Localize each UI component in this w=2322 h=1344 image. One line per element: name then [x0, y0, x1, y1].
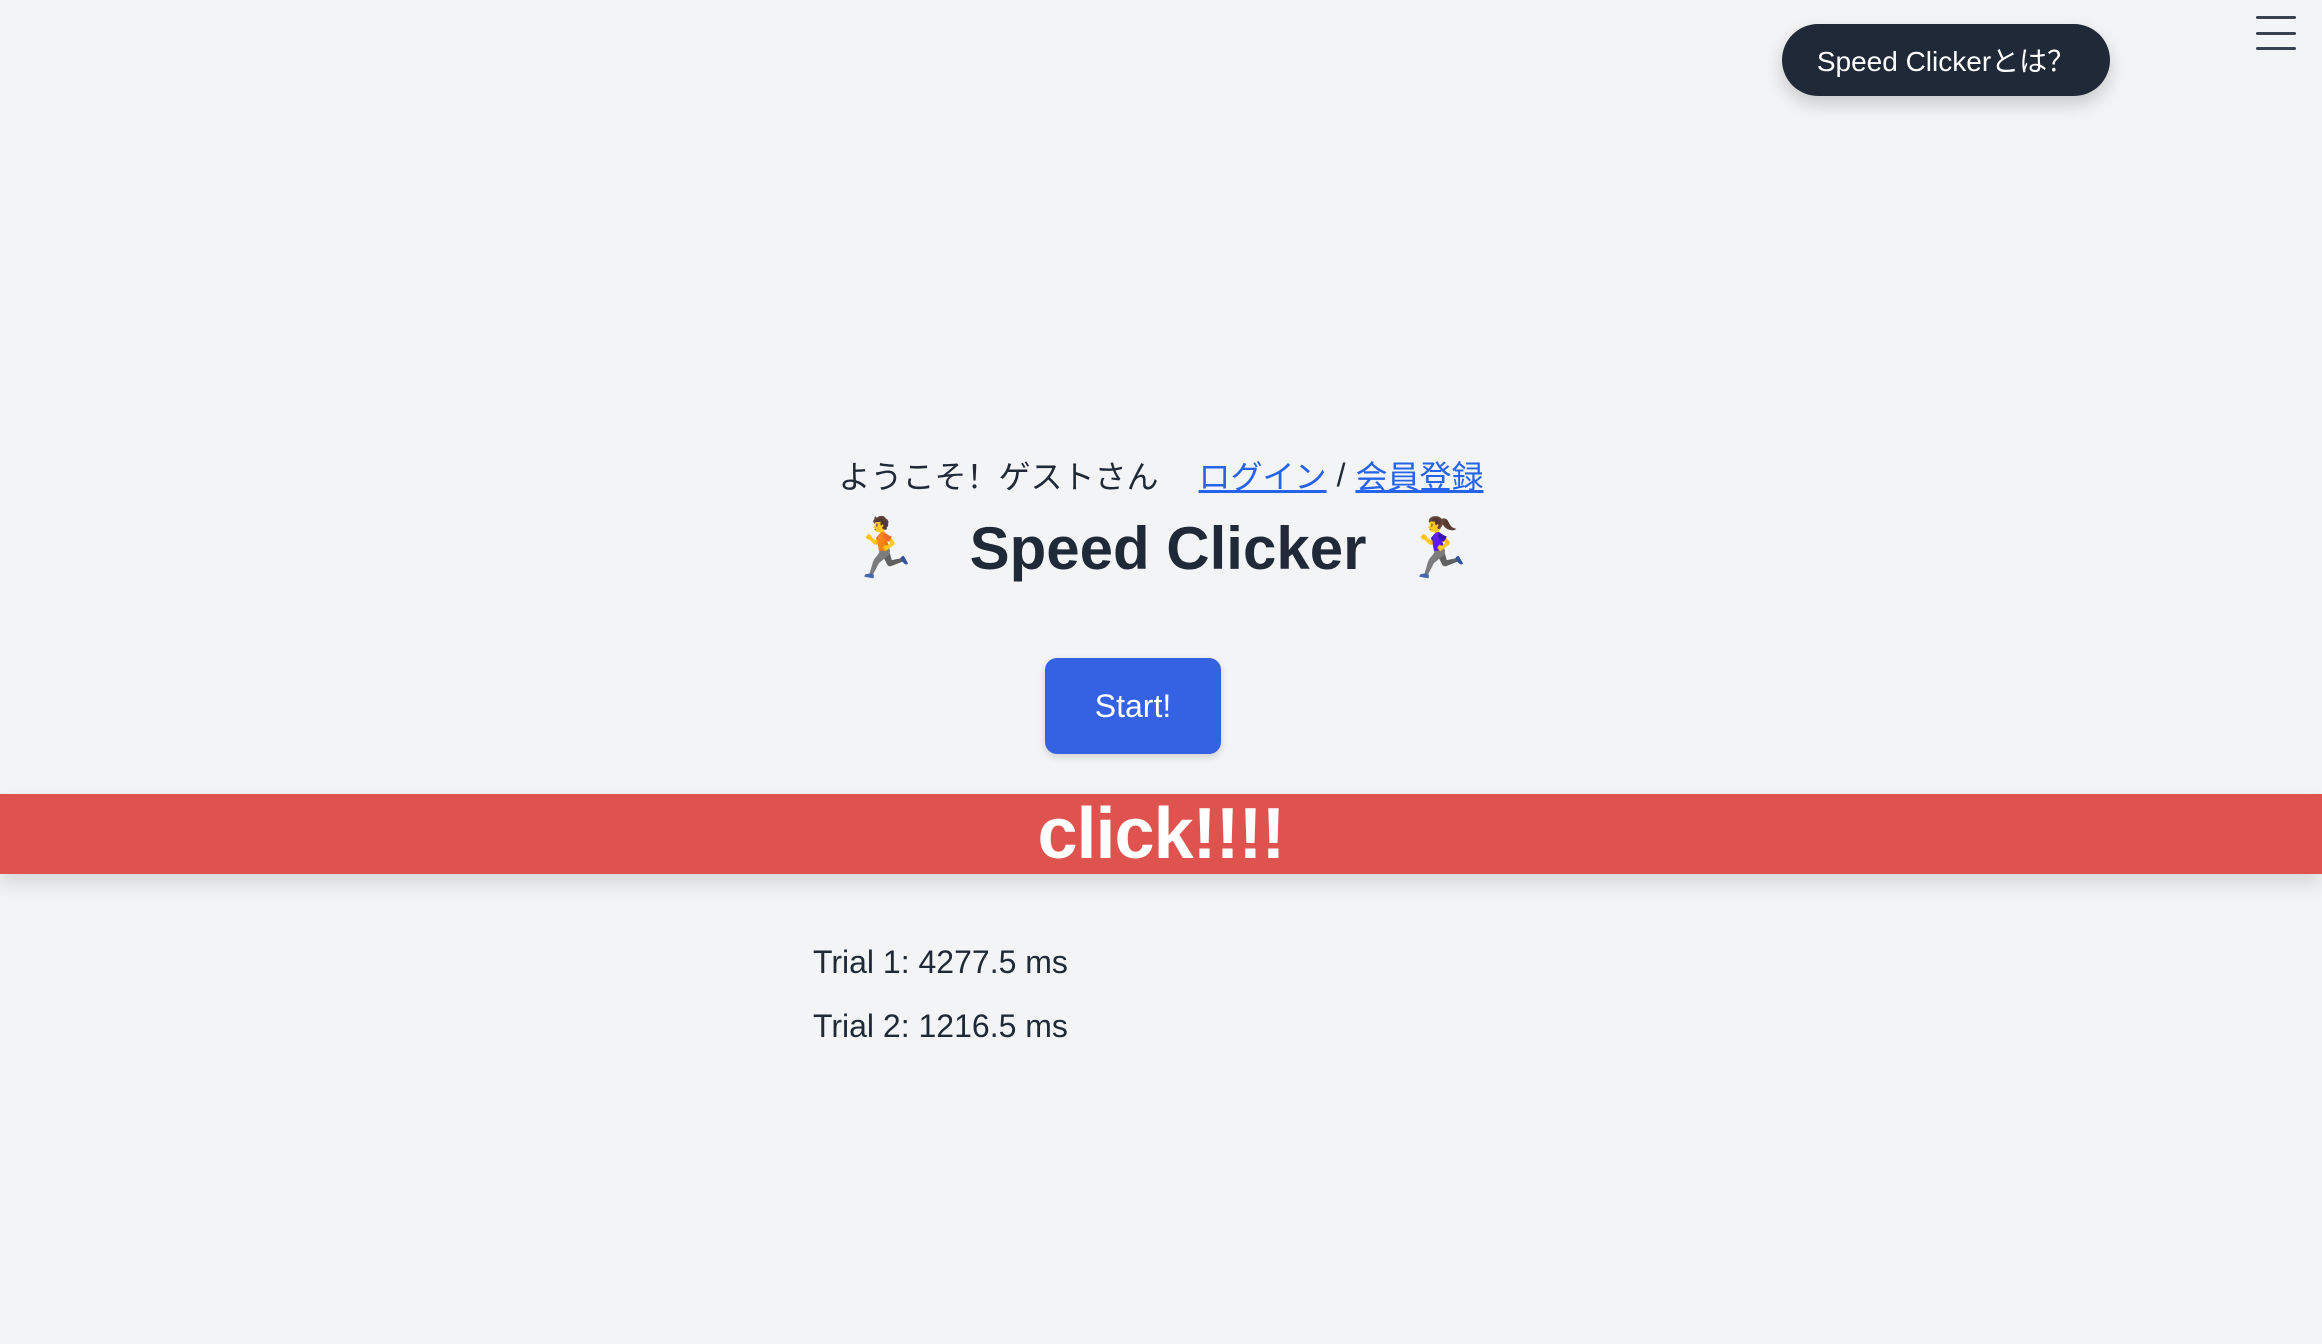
- link-separator: /: [1336, 456, 1346, 493]
- welcome-line: ようこそ！ゲストさん ログイン / 会員登録: [0, 452, 2322, 498]
- click-bar-label: click!!!!: [1037, 794, 1285, 874]
- menu-bar-top: [2256, 16, 2296, 19]
- trial-result: Trial 1: 4277.5 ms: [813, 944, 1068, 980]
- click-target-bar[interactable]: click!!!!: [0, 794, 2322, 874]
- trial-result: Trial 2: 1216.5 ms: [813, 1008, 1068, 1044]
- page-title: Speed Clicker: [969, 515, 1367, 582]
- title-row: 🏃 Speed Clicker 🏃‍♀️: [0, 514, 2322, 583]
- login-link[interactable]: ログイン: [1199, 452, 1327, 498]
- menu-bar-middle: [2256, 31, 2296, 35]
- register-link[interactable]: 会員登録: [1355, 452, 1483, 498]
- runner-icon: 🏃: [847, 515, 920, 581]
- trial-results: Trial 1: 4277.5 ms Trial 2: 1216.5 ms: [813, 940, 1068, 1068]
- start-button[interactable]: Start!: [1045, 658, 1221, 754]
- welcome-greeting: ようこそ！ゲストさん: [838, 459, 1159, 495]
- about-speed-clicker-label: Speed Clickerとは？: [1816, 46, 2076, 77]
- about-speed-clicker-button[interactable]: Speed Clickerとは？: [1782, 24, 2110, 96]
- page: Speed Clickerとは？ ようこそ！ゲストさん ログイン / 会員登録 …: [0, 0, 2322, 1344]
- hamburger-menu-icon[interactable]: [2256, 16, 2296, 50]
- menu-bar-bottom: [2256, 47, 2296, 50]
- woman-runner-icon: 🏃‍♀️: [1402, 515, 1475, 581]
